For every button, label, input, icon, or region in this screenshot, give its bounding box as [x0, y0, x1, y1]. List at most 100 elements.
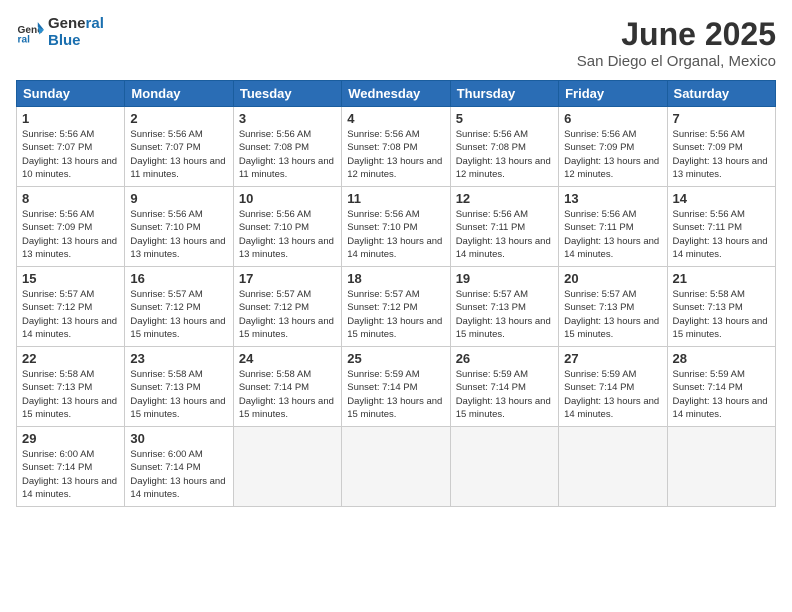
day-info: Sunrise: 5:56 AMSunset: 7:11 PMDaylight:…: [673, 208, 770, 261]
day-info: Sunrise: 5:58 AMSunset: 7:13 PMDaylight:…: [130, 368, 227, 421]
day-info: Sunrise: 5:56 AMSunset: 7:11 PMDaylight:…: [564, 208, 661, 261]
table-row: 6 Sunrise: 5:56 AMSunset: 7:09 PMDaylight…: [559, 107, 667, 187]
day-number: 24: [239, 351, 336, 366]
day-info: Sunrise: 6:00 AMSunset: 7:14 PMDaylight:…: [22, 448, 119, 501]
table-row: 19 Sunrise: 5:57 AMSunset: 7:13 PMDayligh…: [450, 267, 558, 347]
table-row: 4 Sunrise: 5:56 AMSunset: 7:08 PMDaylight…: [342, 107, 450, 187]
day-number: 6: [564, 111, 661, 126]
header-friday: Friday: [559, 81, 667, 107]
day-number: 2: [130, 111, 227, 126]
day-number: 5: [456, 111, 553, 126]
svg-text:ral: ral: [18, 34, 31, 45]
logo-blue: Blue: [48, 33, 104, 50]
day-number: 3: [239, 111, 336, 126]
day-number: 15: [22, 271, 119, 286]
day-number: 27: [564, 351, 661, 366]
table-row: 2 Sunrise: 5:56 AMSunset: 7:07 PMDaylight…: [125, 107, 233, 187]
day-number: 21: [673, 271, 770, 286]
day-number: 11: [347, 191, 444, 206]
day-number: 16: [130, 271, 227, 286]
table-row: 25 Sunrise: 5:59 AMSunset: 7:14 PMDayligh…: [342, 347, 450, 427]
day-info: Sunrise: 5:57 AMSunset: 7:12 PMDaylight:…: [347, 288, 444, 341]
day-info: Sunrise: 5:57 AMSunset: 7:13 PMDaylight:…: [456, 288, 553, 341]
table-row: [667, 427, 775, 507]
table-row: [233, 427, 341, 507]
table-row: 14 Sunrise: 5:56 AMSunset: 7:11 PMDayligh…: [667, 187, 775, 267]
table-row: 8Sunrise: 5:56 AMSunset: 7:09 PMDaylight…: [17, 187, 125, 267]
table-row: 3 Sunrise: 5:56 AMSunset: 7:08 PMDaylight…: [233, 107, 341, 187]
day-info: Sunrise: 5:57 AMSunset: 7:12 PMDaylight:…: [22, 288, 119, 341]
table-row: 10 Sunrise: 5:56 AMSunset: 7:10 PMDayligh…: [233, 187, 341, 267]
table-row: [559, 427, 667, 507]
header-monday: Monday: [125, 81, 233, 107]
day-number: 22: [22, 351, 119, 366]
day-info: Sunrise: 5:56 AMSunset: 7:11 PMDaylight:…: [456, 208, 553, 261]
table-row: 22 Sunrise: 5:58 AMSunset: 7:13 PMDayligh…: [17, 347, 125, 427]
table-row: 23 Sunrise: 5:58 AMSunset: 7:13 PMDayligh…: [125, 347, 233, 427]
table-row: 12 Sunrise: 5:56 AMSunset: 7:11 PMDayligh…: [450, 187, 558, 267]
day-info: Sunrise: 6:00 AMSunset: 7:14 PMDaylight:…: [130, 448, 227, 501]
day-number: 7: [673, 111, 770, 126]
table-row: 26 Sunrise: 5:59 AMSunset: 7:14 PMDayligh…: [450, 347, 558, 427]
logo: Gene ral General Blue: [16, 16, 104, 49]
day-number: 1: [22, 111, 119, 126]
day-info: Sunrise: 5:58 AMSunset: 7:13 PMDaylight:…: [22, 368, 119, 421]
table-row: 9 Sunrise: 5:56 AMSunset: 7:10 PMDaylight…: [125, 187, 233, 267]
header-wednesday: Wednesday: [342, 81, 450, 107]
table-row: 16Sunrise: 5:57 AMSunset: 7:12 PMDayligh…: [125, 267, 233, 347]
day-info: Sunrise: 5:56 AMSunset: 7:07 PMDaylight:…: [130, 128, 227, 181]
header-row: Sunday Monday Tuesday Wednesday Thursday…: [17, 81, 776, 107]
day-info: Sunrise: 5:56 AMSunset: 7:10 PMDaylight:…: [239, 208, 336, 261]
day-info: Sunrise: 5:56 AMSunset: 7:08 PMDaylight:…: [347, 128, 444, 181]
day-info: Sunrise: 5:56 AMSunset: 7:07 PMDaylight:…: [22, 128, 119, 181]
calendar-title: June 2025: [577, 16, 776, 53]
header-saturday: Saturday: [667, 81, 775, 107]
header-tuesday: Tuesday: [233, 81, 341, 107]
header-thursday: Thursday: [450, 81, 558, 107]
day-number: 26: [456, 351, 553, 366]
calendar-table: Sunday Monday Tuesday Wednesday Thursday…: [16, 80, 776, 507]
day-info: Sunrise: 5:59 AMSunset: 7:14 PMDaylight:…: [456, 368, 553, 421]
day-info: Sunrise: 5:59 AMSunset: 7:14 PMDaylight:…: [673, 368, 770, 421]
table-row: 27 Sunrise: 5:59 AMSunset: 7:14 PMDayligh…: [559, 347, 667, 427]
day-number: 14: [673, 191, 770, 206]
table-row: 18Sunrise: 5:57 AMSunset: 7:12 PMDayligh…: [342, 267, 450, 347]
day-number: 25: [347, 351, 444, 366]
table-row: 1 Sunrise: 5:56 AMSunset: 7:07 PMDaylight…: [17, 107, 125, 187]
table-row: 21 Sunrise: 5:58 AMSunset: 7:13 PMDayligh…: [667, 267, 775, 347]
day-info: Sunrise: 5:56 AMSunset: 7:09 PMDaylight:…: [564, 128, 661, 181]
day-number: 4: [347, 111, 444, 126]
day-info: Sunrise: 5:56 AMSunset: 7:08 PMDaylight:…: [239, 128, 336, 181]
table-row: [450, 427, 558, 507]
header-sunday: Sunday: [17, 81, 125, 107]
day-number: 12: [456, 191, 553, 206]
day-number: 23: [130, 351, 227, 366]
table-row: 24 Sunrise: 5:58 AMSunset: 7:14 PMDayligh…: [233, 347, 341, 427]
day-info: Sunrise: 5:56 AMSunset: 7:09 PMDaylight:…: [673, 128, 770, 181]
day-number: 10: [239, 191, 336, 206]
day-info: Sunrise: 5:58 AMSunset: 7:14 PMDaylight:…: [239, 368, 336, 421]
day-info: Sunrise: 5:56 AMSunset: 7:10 PMDaylight:…: [130, 208, 227, 261]
table-row: 20Sunrise: 5:57 AMSunset: 7:13 PMDayligh…: [559, 267, 667, 347]
table-row: 28Sunrise: 5:59 AMSunset: 7:14 PMDayligh…: [667, 347, 775, 427]
day-number: 19: [456, 271, 553, 286]
title-block: June 2025 San Diego el Organal, Mexico: [577, 16, 776, 70]
day-number: 13: [564, 191, 661, 206]
day-info: Sunrise: 5:59 AMSunset: 7:14 PMDaylight:…: [564, 368, 661, 421]
day-number: 17: [239, 271, 336, 286]
day-info: Sunrise: 5:57 AMSunset: 7:13 PMDaylight:…: [564, 288, 661, 341]
day-number: 9: [130, 191, 227, 206]
day-info: Sunrise: 5:57 AMSunset: 7:12 PMDaylight:…: [239, 288, 336, 341]
day-info: Sunrise: 5:59 AMSunset: 7:14 PMDaylight:…: [347, 368, 444, 421]
day-info: Sunrise: 5:56 AMSunset: 7:08 PMDaylight:…: [456, 128, 553, 181]
day-number: 8: [22, 191, 119, 206]
table-row: 11Sunrise: 5:56 AMSunset: 7:10 PMDayligh…: [342, 187, 450, 267]
table-row: 29Sunrise: 6:00 AMSunset: 7:14 PMDayligh…: [17, 427, 125, 507]
calendar-subtitle: San Diego el Organal, Mexico: [577, 53, 776, 70]
table-row: 17 Sunrise: 5:57 AMSunset: 7:12 PMDayligh…: [233, 267, 341, 347]
table-row: 5 Sunrise: 5:56 AMSunset: 7:08 PMDaylight…: [450, 107, 558, 187]
day-number: 30: [130, 431, 227, 446]
day-info: Sunrise: 5:58 AMSunset: 7:13 PMDaylight:…: [673, 288, 770, 341]
logo-general: General: [48, 16, 104, 33]
table-row: [342, 427, 450, 507]
